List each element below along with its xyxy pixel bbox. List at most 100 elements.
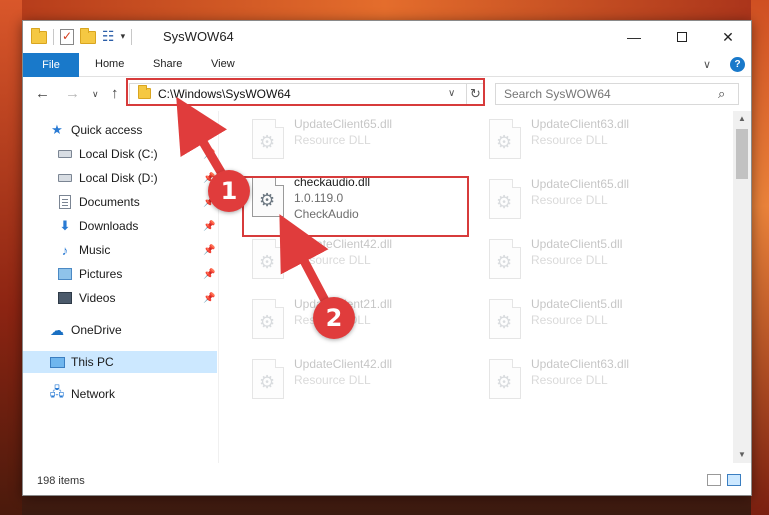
close-button[interactable]: ✕ [705,21,751,53]
sidebar-item-network[interactable]: 🖧 Network [23,383,217,405]
file-type: Resource DLL [294,373,371,387]
gear-icon: ⚙ [259,312,276,332]
scroll-down-arrow[interactable]: ▼ [733,447,751,463]
sidebar-item-label: Documents [79,195,140,209]
step-2-badge: 2 [313,297,355,339]
up-button[interactable]: ↑ [111,85,119,102]
file-type: Resource DLL [294,133,371,147]
file-tile[interactable]: ⚙ UpdateClient42.dll Resource DLL [246,355,466,407]
search-icon: ⌕ [718,86,726,101]
file-tile[interactable]: ⚙ UpdateClient42.dll Resource DLL [246,235,466,287]
file-type: Resource DLL [531,133,608,147]
file-name: UpdateClient63.dll [531,357,630,371]
sidebar-item-onedrive[interactable]: ☁ OneDrive [23,319,217,341]
file-tile[interactable]: ⚙ UpdateClient63.dll Resource DLL [483,355,703,407]
drive-icon [57,146,73,162]
sidebar-item-quick-access[interactable]: ★ Quick access [23,119,217,141]
new-folder-icon[interactable] [80,28,96,44]
file-tile[interactable]: ⚙ UpdateClient5.dll Resource DLL [483,235,703,287]
sidebar-item-downloads[interactable]: ⬇ Downloads 📌 [23,215,217,237]
gear-icon: ⚙ [496,372,513,392]
tab-file[interactable]: File [23,53,79,77]
desktop-background-right [751,0,769,515]
file-name: UpdateClient42.dll [294,237,393,251]
search-input[interactable] [496,84,710,104]
file-tile[interactable]: ⚙ UpdateClient5.dll Resource DLL [483,295,703,347]
gear-icon: ⚙ [259,372,276,392]
sidebar-item-music[interactable]: ♪ Music 📌 [23,239,217,261]
sidebar-item-pictures[interactable]: Pictures 📌 [23,263,217,285]
properties-icon[interactable] [60,28,74,45]
desktop-background-left [0,0,22,515]
gear-icon: ⚙ [259,132,276,152]
title-bar: ☷ ▾ SysWOW64 — ✕ [23,21,751,53]
tiles-view-icon[interactable] [727,474,741,486]
documents-icon [57,194,73,210]
minimize-button[interactable]: — [611,21,657,53]
file-tile[interactable]: ⚙ UpdateClient65.dll Resource DLL [246,115,466,167]
address-highlight-box [126,78,485,106]
network-icon: 🖧 [49,384,65,399]
gear-icon: ⚙ [259,252,276,272]
computer-icon [49,354,65,370]
sidebar-item-videos[interactable]: Videos 📌 [23,287,217,309]
details-view-icon[interactable] [707,474,721,486]
scrollbar-thumb[interactable] [736,129,748,179]
help-icon[interactable]: ? [730,57,745,72]
pictures-icon [57,266,73,282]
ribbon-tabs: File Home Share View ∨ ? [23,53,751,77]
sidebar-item-documents[interactable]: Documents 📌 [23,191,217,213]
music-icon: ♪ [61,242,69,258]
desktop-background [0,0,769,22]
file-name: UpdateClient65.dll [294,117,393,131]
sidebar-item-local-disk-d[interactable]: Local Disk (D:) 📌 [23,167,217,189]
sidebar-item-label: Music [79,243,111,257]
step-1-badge: 1 [208,170,250,212]
star-icon: ★ [51,122,63,137]
sidebar-item-label: OneDrive [71,323,122,337]
sidebar-item-label: Pictures [79,267,123,281]
pin-icon: 📌 [203,244,216,256]
customize-view-icon[interactable]: ☷ [102,28,115,45]
pin-icon: 📌 [203,148,216,160]
forward-button[interactable]: → [65,85,80,102]
file-tile[interactable]: ⚙ UpdateClient65.dll Resource DLL [483,175,703,227]
dll-file-icon: ⚙ [489,239,521,279]
videos-icon [57,290,73,306]
dll-file-icon: ⚙ [489,359,521,399]
status-bar: 198 items [23,463,751,495]
sidebar-item-label: Local Disk (D:) [79,171,158,185]
file-type: Resource DLL [531,313,608,327]
recent-locations-dropdown[interactable]: ∨ [92,89,99,100]
expand-ribbon-icon[interactable]: ∨ [703,58,711,71]
dll-file-icon: ⚙ [252,119,284,159]
sidebar-item-local-disk-c[interactable]: Local Disk (C:) 📌 [23,143,217,165]
file-type: Resource DLL [294,253,371,267]
file-name: UpdateClient65.dll [531,177,630,191]
file-name: UpdateClient5.dll [531,297,623,311]
file-name: UpdateClient63.dll [531,117,630,131]
file-type: Resource DLL [531,193,608,207]
sidebar-item-label: Quick access [71,123,143,137]
folder-icon [31,28,47,44]
tab-view[interactable]: View [211,58,235,70]
search-box[interactable]: ⌕ [495,83,739,105]
file-list: ⚙ UpdateClient65.dll Resource DLL ⚙ Upda… [220,111,733,463]
window-title: SysWOW64 [163,29,234,44]
tab-home[interactable]: Home [95,58,124,70]
tab-share[interactable]: Share [153,58,182,70]
file-tile[interactable]: ⚙ UpdateClient63.dll Resource DLL [483,115,703,167]
gear-icon: ⚙ [496,312,513,332]
pin-icon: 📌 [203,292,216,304]
item-count: 198 items [37,475,85,487]
vertical-scrollbar[interactable]: ▲ ▼ [733,111,751,463]
file-tile[interactable]: ⚙ UpdateClient21.dll Resource DLL [246,295,466,347]
sidebar-item-this-pc[interactable]: This PC [23,351,217,373]
file-name: UpdateClient5.dll [531,237,623,251]
file-name: UpdateClient42.dll [294,357,393,371]
scroll-up-arrow[interactable]: ▲ [733,111,751,127]
maximize-button[interactable] [659,21,705,53]
back-button[interactable]: ← [35,85,50,102]
file-type: Resource DLL [531,373,608,387]
customize-toolbar-dropdown-icon[interactable]: ▾ [121,31,126,42]
